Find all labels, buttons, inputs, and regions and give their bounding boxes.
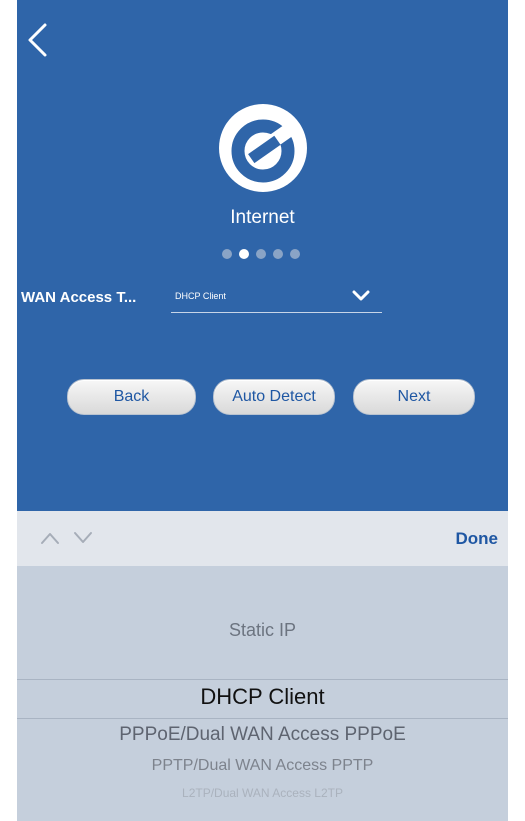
wan-access-type-label: WAN Access T...: [21, 289, 137, 306]
picker-option-l2tp[interactable]: L2TP/Dual WAN Access L2TP: [17, 786, 508, 800]
wan-type-picker[interactable]: Static IP DHCP Client PPPoE/Dual WAN Acc…: [17, 566, 508, 821]
step-indicator: [222, 249, 300, 263]
chevron-left-icon[interactable]: [25, 22, 49, 58]
picker-toolbar: Done: [17, 511, 508, 567]
next-button[interactable]: Next: [353, 379, 475, 415]
picker-option-dhcp-client[interactable]: DHCP Client: [17, 684, 508, 710]
chevron-down-icon: [352, 290, 370, 301]
picker-option-pptp[interactable]: PPTP/Dual WAN Access PPTP: [17, 757, 508, 775]
step-dot: [273, 249, 283, 259]
picker-option-pppoe[interactable]: PPPoE/Dual WAN Access PPPoE: [17, 724, 508, 746]
picker-option-static-ip[interactable]: Static IP: [17, 620, 508, 641]
step-dot-active: [239, 249, 249, 259]
wan-access-type-select[interactable]: DHCP Client: [171, 282, 382, 313]
wan-access-type-value: DHCP Client: [175, 291, 226, 301]
step-dot: [222, 249, 232, 259]
back-button[interactable]: Back: [67, 379, 196, 415]
auto-detect-button[interactable]: Auto Detect: [213, 379, 335, 415]
step-dot: [256, 249, 266, 259]
internet-e-logo-icon: [219, 104, 307, 192]
chevron-up-icon[interactable]: [39, 530, 61, 546]
page-title: Internet: [230, 207, 295, 228]
setup-panel: Internet WAN Access T... DHCP Client Bac…: [17, 0, 508, 511]
chevron-down-icon[interactable]: [72, 530, 94, 546]
done-button[interactable]: Done: [456, 529, 499, 549]
phone-screen: Internet WAN Access T... DHCP Client Bac…: [17, 0, 508, 821]
step-dot: [290, 249, 300, 259]
